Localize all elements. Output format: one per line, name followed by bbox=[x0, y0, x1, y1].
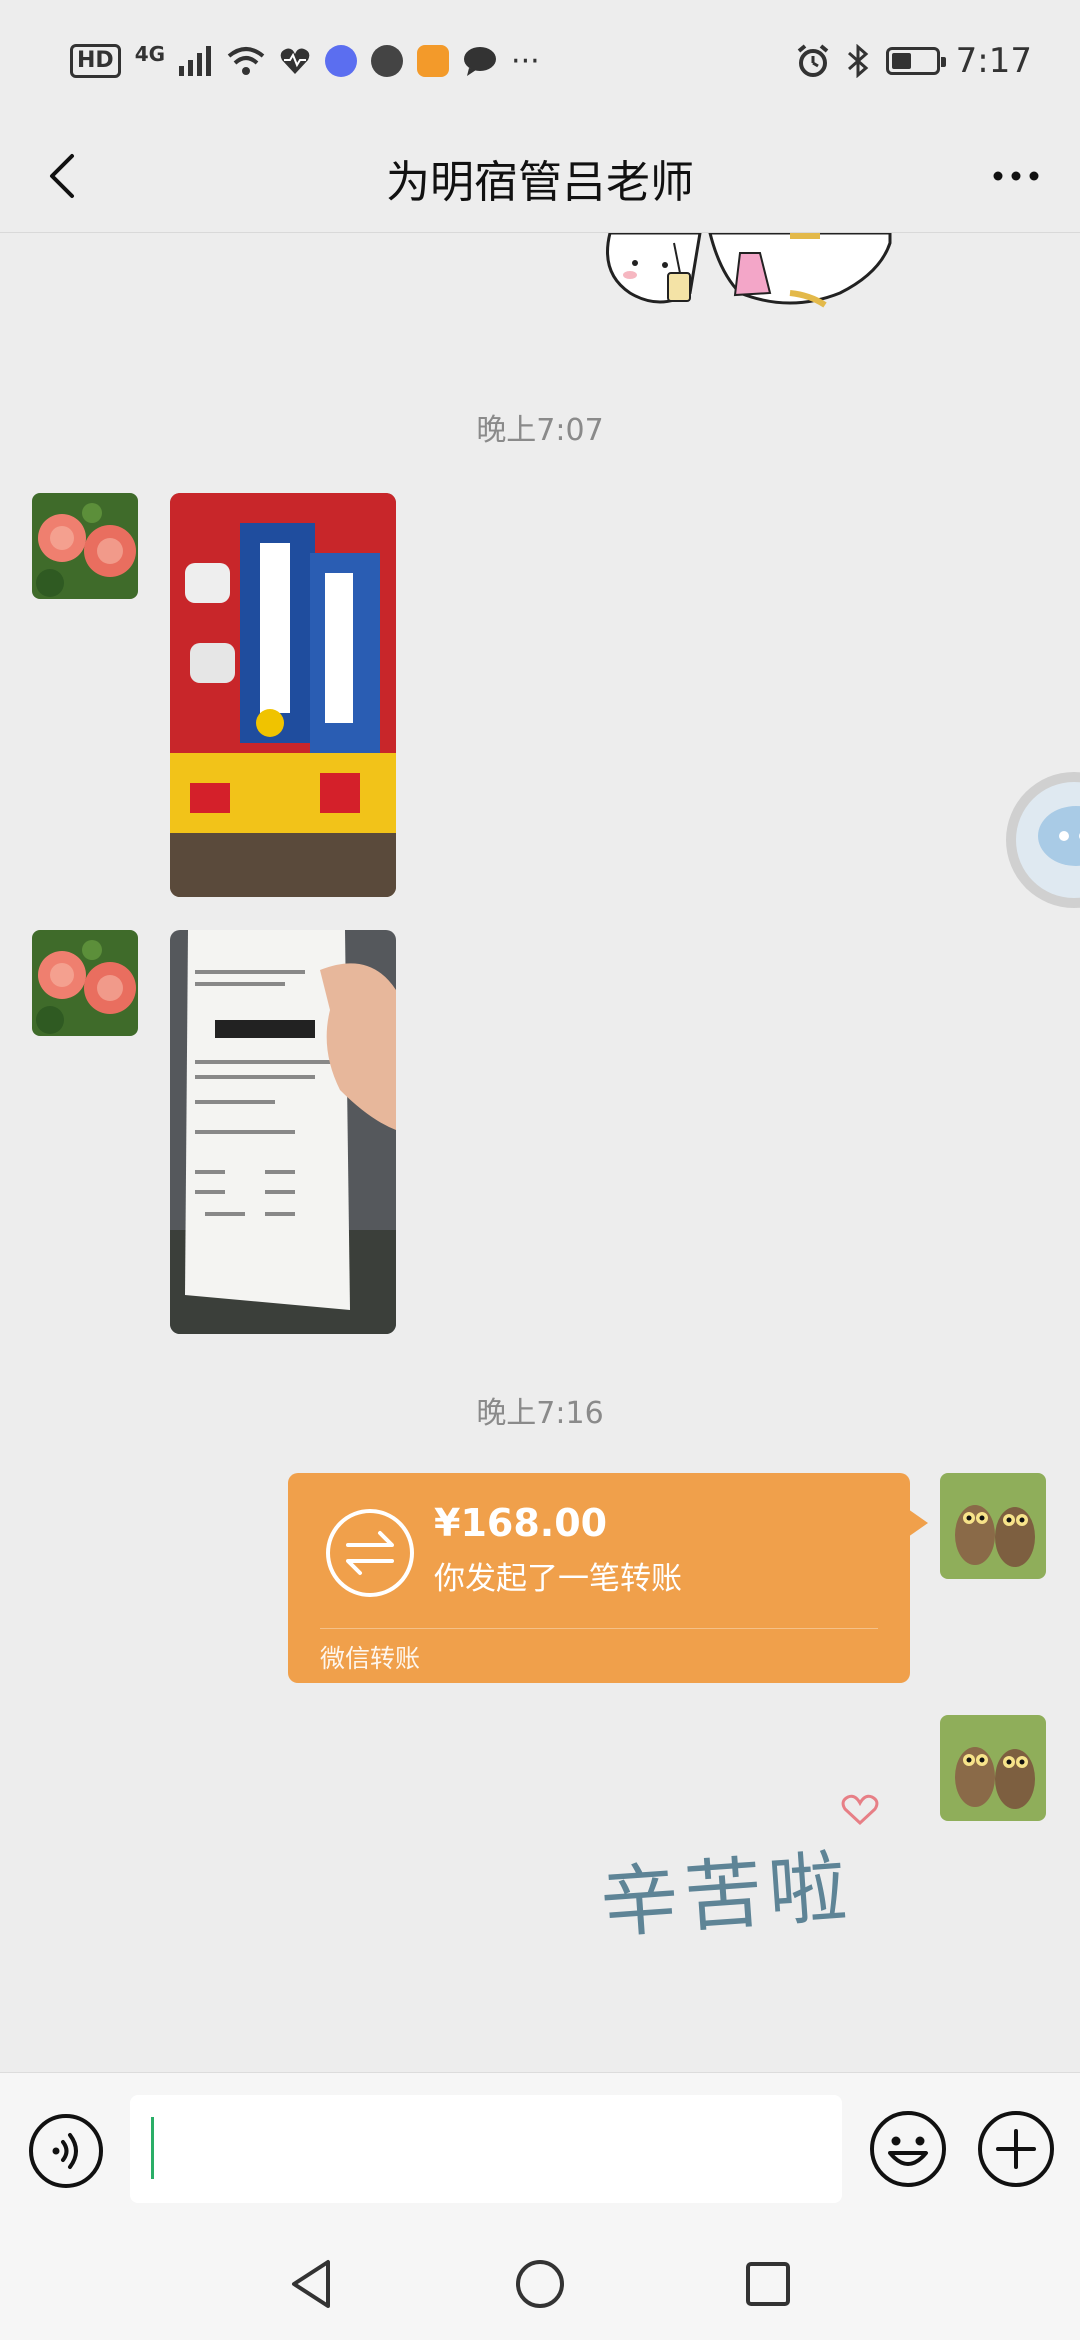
transfer-type-label: 微信转账 bbox=[320, 1644, 421, 1673]
image-message-product[interactable] bbox=[170, 493, 396, 897]
transfer-arrows-icon bbox=[326, 1509, 414, 1597]
photo-mosquito-liquid-box bbox=[170, 493, 396, 897]
floating-chat-bubble-icon[interactable] bbox=[1004, 770, 1080, 910]
bluetooth-icon bbox=[847, 44, 868, 78]
message-bubble-icon bbox=[464, 47, 497, 76]
avatar-flowers-icon bbox=[32, 493, 138, 599]
nav-home-icon[interactable] bbox=[508, 2252, 572, 2316]
sticker-cartoon-drinking[interactable] bbox=[590, 233, 900, 333]
clock: 7:17 bbox=[955, 41, 1032, 81]
transfer-message[interactable]: ¥168.00 你发起了一笔转账 微信转账 bbox=[288, 1473, 928, 1683]
my-avatar[interactable] bbox=[940, 1715, 1046, 1821]
wifi-icon bbox=[227, 47, 265, 75]
status-bar: HD 4G ··· 7:17 bbox=[0, 0, 1080, 120]
photo-receipt bbox=[170, 930, 396, 1334]
message-input[interactable] bbox=[130, 2095, 842, 2203]
nav-recents-icon[interactable] bbox=[736, 2252, 800, 2316]
heart-icon bbox=[841, 1794, 879, 1826]
voice-input-icon[interactable] bbox=[28, 2113, 104, 2189]
text-caret bbox=[151, 2117, 154, 2179]
avatar-owls-icon bbox=[940, 1473, 1046, 1579]
health-icon bbox=[280, 48, 310, 74]
avatar-owls-icon bbox=[940, 1715, 1046, 1821]
transfer-description: 你发起了一笔转账 bbox=[434, 1561, 682, 1597]
avatar-flowers-icon bbox=[32, 930, 138, 1036]
more-options-icon[interactable] bbox=[982, 142, 1050, 210]
transfer-divider bbox=[320, 1628, 878, 1629]
chat-header: 为明宿管吕老师 bbox=[0, 120, 1080, 233]
plus-more-icon[interactable] bbox=[976, 2109, 1056, 2189]
video-app-icon bbox=[417, 45, 450, 77]
transfer-amount: ¥168.00 bbox=[434, 1501, 608, 1545]
my-avatar[interactable] bbox=[940, 1473, 1046, 1579]
network-label: 4G bbox=[134, 42, 166, 66]
signal-icon bbox=[179, 46, 212, 76]
timestamp: 晚上7:16 bbox=[476, 1396, 604, 1431]
music-app-icon bbox=[325, 45, 358, 77]
sticker-thanks[interactable]: 辛苦啦 bbox=[598, 1793, 900, 1993]
image-message-receipt[interactable] bbox=[170, 930, 396, 1334]
status-right: 7:17 bbox=[796, 38, 1032, 84]
emoji-icon[interactable] bbox=[868, 2109, 948, 2189]
contact-avatar[interactable] bbox=[32, 493, 138, 599]
timestamp: 晚上7:07 bbox=[476, 413, 604, 448]
more-status-icons: ··· bbox=[511, 43, 540, 79]
contact-avatar[interactable] bbox=[32, 930, 138, 1036]
alarm-icon bbox=[797, 44, 828, 77]
hd-badge: HD bbox=[70, 44, 121, 78]
nav-back-icon[interactable] bbox=[280, 2252, 344, 2316]
chat-area[interactable]: 晚上7:07 晚上7:16 ¥168.00 你发起了一笔转账 微信转账 辛苦啦 bbox=[0, 233, 1080, 2071]
chat-title: 为明宿管吕老师 bbox=[386, 157, 694, 208]
status-left: HD 4G ··· bbox=[70, 38, 540, 84]
sticker-text: 辛苦啦 bbox=[597, 1842, 856, 1950]
system-navigation-bar bbox=[0, 2230, 1080, 2340]
composer-bar bbox=[0, 2072, 1080, 2231]
battery-icon bbox=[885, 47, 946, 75]
browser-app-icon bbox=[371, 45, 404, 77]
